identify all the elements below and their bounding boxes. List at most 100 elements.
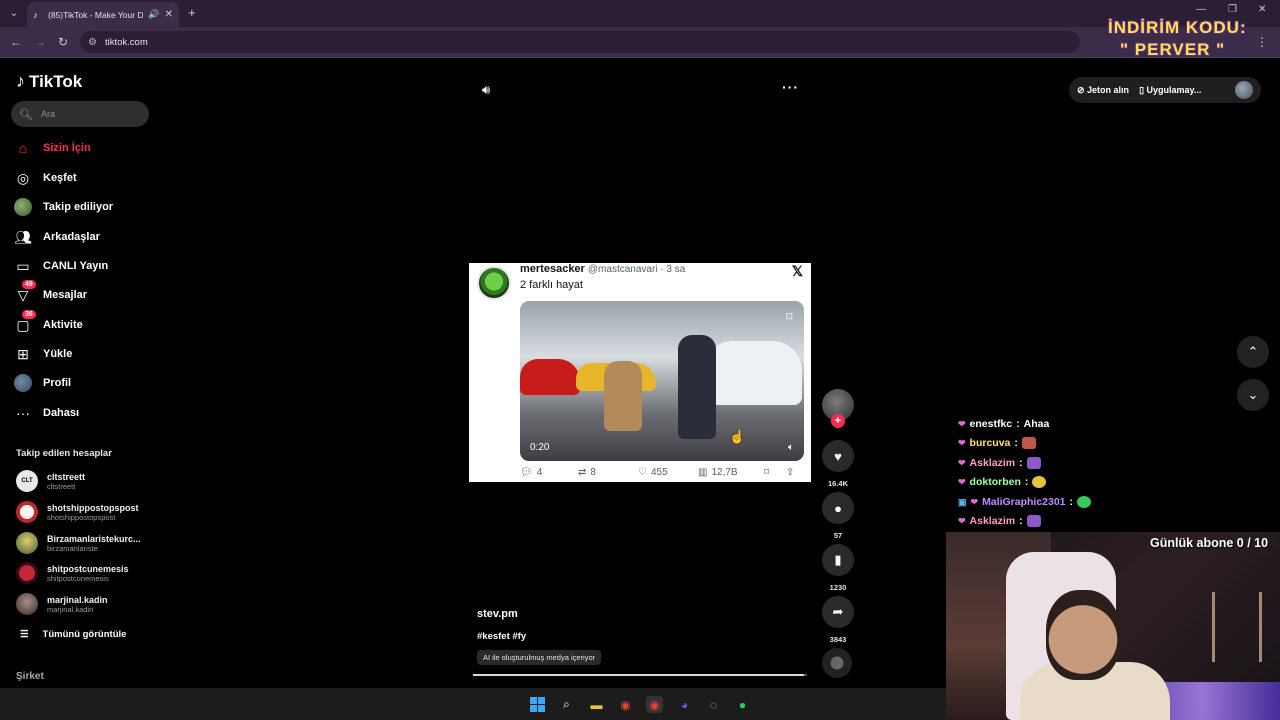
webcam-shelf [1212,592,1262,662]
volume-icon[interactable]: 🔊︎ [482,82,490,98]
nav-activity[interactable]: ▢ 36 Aktivite [13,310,83,336]
reload-icon[interactable]: ↻ [58,35,68,49]
search-input[interactable] [40,109,141,119]
nav-messages[interactable]: ▽ 49 Mesajlar [13,280,87,306]
chat-separator: : [1014,437,1018,449]
nav-label: Profil [43,377,72,389]
nav-profile[interactable]: Profil [13,372,71,394]
get-app-label: Uygulamay... [1146,84,1202,95]
followed-account[interactable]: CLT cltstreett cltstreett [16,470,85,492]
discord-icon[interactable]: ◕ [676,696,693,713]
see-all-button[interactable]: ☰ Tümünü görüntüle [20,629,126,640]
nav-for-you[interactable]: ⌂ Sizin İçin [13,137,91,159]
windows-start-icon[interactable] [529,696,546,713]
minimize-icon[interactable]: — [1196,4,1206,15]
file-explorer-icon[interactable]: ▬ [588,696,605,713]
emote-image [1026,457,1041,469]
followed-account[interactable]: shotshippostopspost shotshippostopspost [16,501,139,523]
tab-close-icon[interactable]: ✕ [165,9,173,20]
share-button[interactable]: ➦ 3843 [822,596,854,644]
account-avatar [16,501,38,523]
chrome-active-icon[interactable]: ◉ [646,696,663,713]
like-stat: ♡ 455 [638,467,698,478]
chat-user: burcuva [969,437,1011,449]
address-bar[interactable]: ⚙ tiktok.com [80,31,1080,53]
forward-icon[interactable]: → [34,35,46,49]
back-icon[interactable]: ← [10,35,22,49]
nav-following[interactable]: Takip ediliyor [13,196,113,218]
next-video-button[interactable]: ⌄ [1237,379,1269,411]
nav-label: Arkadaşlar [43,231,100,243]
account-name: cltstreett [47,471,86,482]
account-handle: cltstreett [47,481,76,491]
search-box[interactable]: 🔍︎ [11,101,149,127]
taskbar-search-icon[interactable]: ⌕ [558,696,575,713]
views-icon: ▥ [698,467,708,478]
reply-icon: 💬︎ [520,467,533,478]
nav-explore[interactable]: ◎ Keşfet [13,167,77,189]
restore-icon[interactable]: ❐ [1228,4,1237,15]
activity-badge: 36 [22,310,36,319]
tiktok-note-icon: ♪ [16,71,25,91]
save-button[interactable]: ▮ 1230 [822,544,854,592]
get-coins-button[interactable]: ⊘ Jeton alın [1077,85,1129,96]
followed-account[interactable]: marjinal.kadin marjinal.kadin [16,593,108,615]
obs-icon[interactable]: ◌ [705,696,722,713]
webcam-person-head [1046,590,1120,680]
browser-tabbar: ⌄ ♪ (85)TikTok - Make Your Day 🔊 ✕ + — ❐… [0,0,1280,27]
chrome-icon[interactable]: ◉ [617,696,634,713]
sub-goal-text: Günlük abone 0 / 10 [1150,536,1269,550]
browser-menu-icon[interactable]: ⋮ [1256,35,1268,49]
nav-friends[interactable]: 👥︎ Arkadaşlar [13,226,100,248]
share-icon: ➦ [822,596,854,628]
window-close-icon[interactable]: ✕ [1258,4,1266,15]
nav-label: Sizin İçin [43,142,91,154]
video-hashtags[interactable]: #kesfet #fy [477,631,526,642]
browser-tab[interactable]: ♪ (85)TikTok - Make Your Day 🔊 ✕ [27,2,179,27]
chat-separator: : [1069,496,1074,508]
hand-cursor-icon: ☝ [729,429,746,444]
company-link[interactable]: Şirket [16,671,44,682]
video-username[interactable]: stev.pm [477,608,518,620]
user-avatar[interactable] [1235,81,1253,99]
video-frame[interactable]: mertesacker @mastcanavari · 3 sa 𝕏 2 far… [469,263,811,482]
tab-audio-icon[interactable]: 🔊 [148,9,159,20]
save-count: 1230 [829,583,847,592]
activity-icon: ▢ 36 [13,310,36,335]
site-info-icon[interactable]: ⚙ [88,37,97,48]
chat-user: enestfkc [969,418,1013,430]
like-count: 455 [650,467,668,478]
nav-label: Yükle [43,348,73,360]
nav-live[interactable]: ▭ CANLI Yayın [13,255,108,277]
follow-plus-button[interactable]: + [831,414,845,428]
music-disc-icon[interactable] [822,648,852,678]
nav-upload[interactable]: ⊞ Yükle [13,343,72,365]
nav-label: Takip ediliyor [43,201,114,213]
followed-account[interactable]: Birzamanlaristekurc... birzamanlariste [16,532,141,554]
video-progress-bar[interactable] [473,674,807,676]
share-outline-icon: ⇪ [786,467,795,478]
comment-button[interactable]: ● 57 [822,492,854,540]
chat-badge-icon: ❤ [958,515,966,526]
heart-icon: ♥ [822,440,854,472]
repost-count: 8 [590,467,596,478]
account-name: marjinal.kadin [47,594,108,605]
post-text: 2 farklı hayat [520,279,583,291]
previous-video-button[interactable]: ⌃ [1237,336,1269,368]
nav-more[interactable]: ··· Dahası [13,402,79,424]
heart-outline-icon: ♡ [638,467,647,478]
post-author: mertesacker [520,263,585,275]
spotify-icon[interactable]: ● [734,696,751,713]
new-tab-button[interactable]: + [188,5,196,20]
video-more-icon[interactable]: ··· [782,79,799,95]
followed-account[interactable]: shitpostcunemesis shitpostcunemesis [16,562,129,584]
browser-toolbar: ← → ↻ ⚙ tiktok.com ⋮ [0,27,1280,58]
get-app-button[interactable]: ▯ Uygulamay... [1139,85,1201,96]
views-count: 12,7B [711,467,738,478]
brand-name: TikTok [29,71,83,91]
tiktok-logo[interactable]: ♪ TikTok [16,71,82,92]
tab-search-button[interactable]: ⌄ [6,6,22,22]
account-handle: shitpostcunemesis [47,573,109,583]
like-button[interactable]: ♥ 16.4K [822,440,854,488]
account-name: shotshippostopspost [47,502,139,513]
